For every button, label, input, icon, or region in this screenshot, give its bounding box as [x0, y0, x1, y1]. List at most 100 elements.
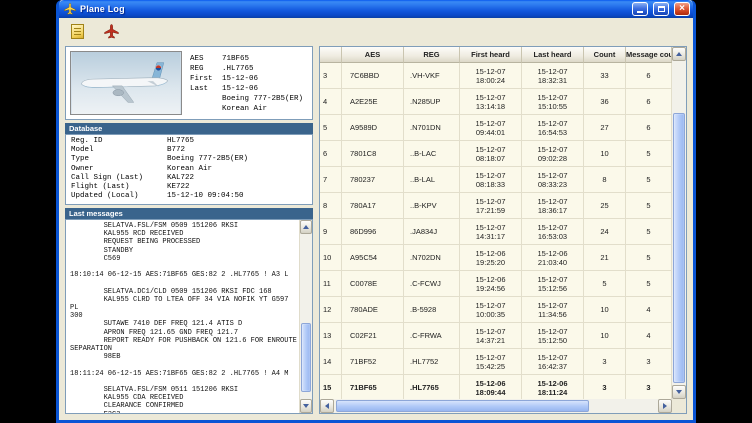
column-header-aes[interactable]: AES — [342, 47, 404, 63]
cell-last-heard: 15-12-0718:36:17 — [522, 193, 584, 219]
aircraft-row[interactable]: 7780237..B-LAL15-12-0708:18:3315-12-0708… — [320, 167, 672, 193]
cell-first-heard: 15-12-0718:00:24 — [460, 63, 522, 89]
cell-message-count: 6 — [626, 63, 672, 89]
aircraft-lookup-button[interactable] — [99, 20, 123, 42]
aircraft-row[interactable]: 4A2E25E.N285UP15-12-0713:14:1815-12-0715… — [320, 89, 672, 115]
aircraft-row[interactable]: 1571BF65.HL776515-12-0618:09:4415-12-061… — [320, 375, 672, 399]
aircraft-row[interactable]: 8780A17..B-KPV15-12-0717:21:5915-12-0718… — [320, 193, 672, 219]
cell-rownum: 8 — [320, 193, 342, 219]
table-horizontal-scrollbar[interactable] — [320, 399, 672, 413]
messages-scrollbar[interactable] — [299, 220, 312, 413]
aircraft-row[interactable]: 13C02F21.C-FRWA15-12-0714:37:2115-12-071… — [320, 323, 672, 349]
aircraft-info-line-label: REG — [190, 64, 222, 74]
aircraft-row[interactable]: 1471BF52.HL775215-12-0715:42:2515-12-071… — [320, 349, 672, 375]
open-log-button[interactable] — [65, 20, 89, 42]
cell-message-count: 4 — [626, 297, 672, 323]
cell-rownum: 10 — [320, 245, 342, 271]
database-field-label: Updated (Local) — [71, 192, 167, 201]
aircraft-row[interactable]: 10A95C54.N702DN15-12-0619:25:2015-12-062… — [320, 245, 672, 271]
aircraft-info-line: Last15-12-06 — [190, 84, 308, 94]
column-header-count[interactable]: Count — [584, 47, 626, 63]
airplane-icon — [64, 3, 76, 15]
cell-reg: ..B-LAC — [404, 141, 460, 167]
cell-count: 3 — [584, 375, 626, 399]
cell-reg: .B-5928 — [404, 297, 460, 323]
aircraft-row[interactable]: 11C0078E.C-FCWJ15-12-0619:24:5615-12-071… — [320, 271, 672, 297]
messages-scroll-down-button[interactable] — [300, 399, 312, 413]
cell-message-count: 5 — [626, 245, 672, 271]
cell-last-heard: 15-12-0716:54:53 — [522, 115, 584, 141]
cell-last-heard: 15-12-0618:11:24 — [522, 375, 584, 399]
cell-first-heard: 15-12-0714:37:21 — [460, 323, 522, 349]
column-header-rownum[interactable] — [320, 47, 342, 63]
column-header-message-cou[interactable]: Message cou — [626, 47, 672, 63]
messages-text[interactable]: SELATVA.FSL/FSM 0509 151206 RKSI KAL955 … — [66, 220, 299, 413]
table-scroll-thumb[interactable] — [673, 113, 685, 383]
cell-reg: .N285UP — [404, 89, 460, 115]
cell-rownum: 11 — [320, 271, 342, 297]
table-scroll-right-button[interactable] — [658, 399, 672, 413]
column-header-last-heard[interactable]: Last heard — [522, 47, 584, 63]
cell-last-heard: 15-12-0715:10:55 — [522, 89, 584, 115]
cell-last-heard: 15-12-0711:34:56 — [522, 297, 584, 323]
column-header-first-heard[interactable]: First heard — [460, 47, 522, 63]
cell-aes: A9589D — [342, 115, 404, 141]
cell-first-heard: 15-12-0619:24:56 — [460, 271, 522, 297]
table-scroll-down-button[interactable] — [672, 385, 686, 399]
aircraft-row[interactable]: 37C6BBD.VH-VKF15-12-0718:00:2415-12-0718… — [320, 63, 672, 89]
cell-rownum: 12 — [320, 297, 342, 323]
plane-log-window: Plane Log × — [56, 0, 696, 423]
table-scroll-left-button[interactable] — [320, 399, 334, 413]
table-scroll-track[interactable] — [672, 61, 686, 385]
database-field-label: Call Sign (Last) — [71, 174, 167, 183]
aircraft-row[interactable]: 67801C8..B-LAC15-12-0708:18:0715-12-0709… — [320, 141, 672, 167]
cell-reg: .C-FCWJ — [404, 271, 460, 297]
table-hscroll-thumb[interactable] — [336, 400, 589, 412]
table-vertical-scrollbar[interactable] — [672, 47, 686, 399]
database-field-label: Owner — [71, 165, 167, 174]
aircraft-row[interactable]: 5A9589D.N701DN15-12-0709:44:0115-12-0716… — [320, 115, 672, 141]
cell-rownum: 15 — [320, 375, 342, 399]
window-title: Plane Log — [80, 4, 627, 14]
maximize-button[interactable] — [653, 2, 669, 16]
aircraft-info-line-value: 15-12-06 — [222, 84, 258, 94]
cell-last-heard: 15-12-0715:12:50 — [522, 323, 584, 349]
cell-first-heard: 15-12-0717:21:59 — [460, 193, 522, 219]
cell-first-heard: 15-12-0709:44:01 — [460, 115, 522, 141]
cell-message-count: 5 — [626, 271, 672, 297]
cell-count: 10 — [584, 323, 626, 349]
database-field-value: 15-12-10 09:04:50 — [167, 192, 244, 201]
cell-count: 8 — [584, 167, 626, 193]
table-header-row: AESREGFirst heardLast heardCountMessage … — [320, 47, 672, 63]
main-content: AES71BF65REG.HL7765First15-12-06Last15-1… — [59, 44, 693, 420]
cell-reg: .HL7752 — [404, 349, 460, 375]
aircraft-row[interactable]: 12780ADE.B-592815-12-0710:00:3515-12-071… — [320, 297, 672, 323]
cell-count: 3 — [584, 349, 626, 375]
cell-aes: A2E25E — [342, 89, 404, 115]
aircraft-info-line: Korean Air — [190, 104, 308, 114]
messages-scroll-thumb[interactable] — [301, 323, 311, 392]
database-field-label: Flight (Last) — [71, 183, 167, 192]
messages-scroll-up-button[interactable] — [300, 220, 312, 234]
messages-panel[interactable]: SELATVA.FSL/FSM 0509 151206 RKSI KAL955 … — [65, 219, 313, 414]
aircraft-info-line: AES71BF65 — [190, 54, 308, 64]
cell-first-heard: 15-12-0618:09:44 — [460, 375, 522, 399]
cell-reg: .N701DN — [404, 115, 460, 141]
aircraft-info-line-value: Boeing 777-2B5(ER) — [222, 94, 303, 104]
cell-count: 36 — [584, 89, 626, 115]
column-header-reg[interactable]: REG — [404, 47, 460, 63]
table-hscroll-track[interactable] — [334, 399, 658, 413]
title-bar[interactable]: Plane Log × — [59, 0, 693, 18]
cell-rownum: 9 — [320, 219, 342, 245]
aircraft-row[interactable]: 986D996.JA834J15-12-0714:31:1715-12-0716… — [320, 219, 672, 245]
table-scroll-up-button[interactable] — [672, 47, 686, 61]
close-button[interactable]: × — [674, 2, 690, 16]
database-field-value: Korean Air — [167, 165, 212, 174]
messages-scroll-track[interactable] — [300, 234, 312, 399]
minimize-button[interactable] — [632, 2, 648, 16]
cell-rownum: 14 — [320, 349, 342, 375]
database-field-label: Model — [71, 146, 167, 155]
database-field: Updated (Local)15-12-10 09:04:50 — [71, 192, 307, 201]
left-panel: AES71BF65REG.HL7765First15-12-06Last15-1… — [65, 46, 313, 414]
cell-aes: C0078E — [342, 271, 404, 297]
